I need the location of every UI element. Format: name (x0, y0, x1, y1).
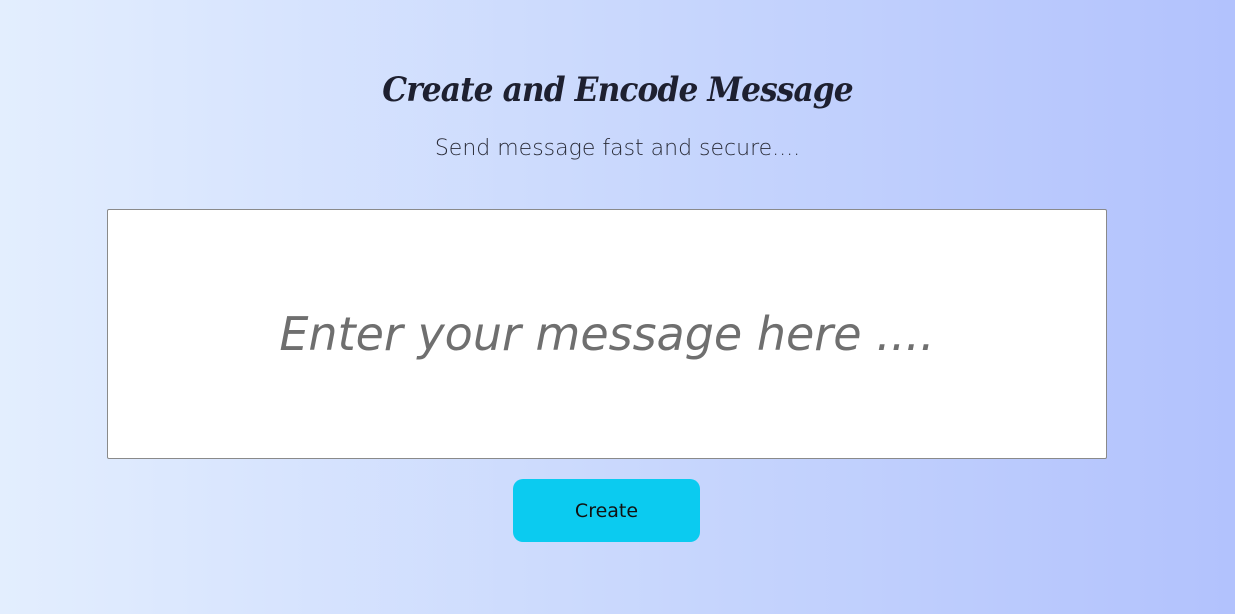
create-button[interactable]: Create (513, 479, 700, 542)
page-title: Create and Encode Message (382, 70, 853, 110)
page-subtitle: Send message fast and secure.... (434, 136, 801, 161)
message-input[interactable] (107, 209, 1107, 459)
